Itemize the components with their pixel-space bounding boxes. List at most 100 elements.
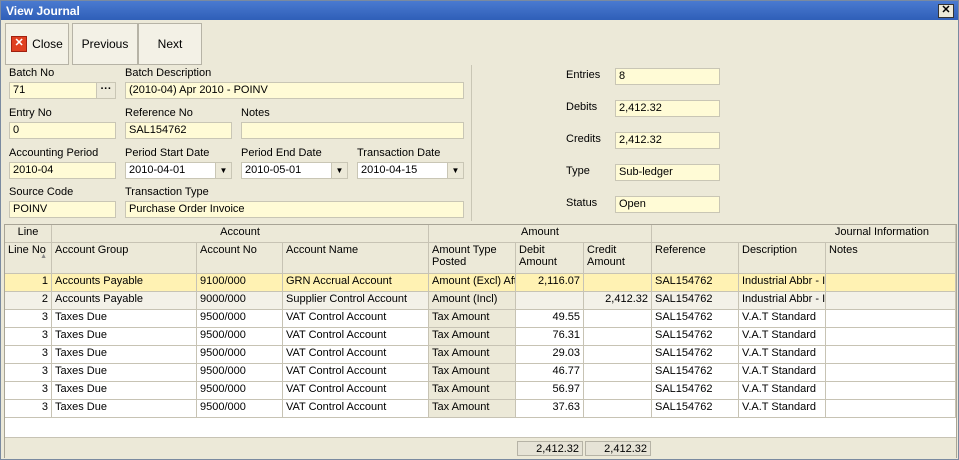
- table-row[interactable]: 3 Taxes Due 9500/000 VAT Control Account Tax…: [5, 346, 956, 364]
- cell-amount-type: Tax Amount: [429, 382, 516, 400]
- chevron-down-icon[interactable]: ▼: [331, 163, 347, 178]
- cell-reference: SAL154762: [652, 400, 739, 418]
- cell-reference: SAL154762: [652, 364, 739, 382]
- cell-account-name: VAT Control Account: [283, 364, 429, 382]
- col-debit-amount[interactable]: Debit Amount: [516, 243, 584, 274]
- credits-label: Credits: [566, 133, 601, 145]
- table-row[interactable]: 1 Accounts Payable 9100/000 GRN Accrual Acc…: [5, 274, 956, 292]
- cell-debit-amount: 29.03: [516, 346, 584, 364]
- cell-reference: SAL154762: [652, 382, 739, 400]
- group-amount: Amount: [429, 225, 652, 243]
- previous-button-label: Previous: [81, 37, 129, 51]
- accounting-period-label: Accounting Period: [9, 147, 99, 159]
- cell-account-group: Taxes Due: [52, 346, 197, 364]
- cell-credit-amount: [584, 364, 652, 382]
- cell-amount-type: Tax Amount: [429, 310, 516, 328]
- window-close-icon[interactable]: ✕: [938, 4, 954, 18]
- reference-no-field[interactable]: SAL154762: [125, 122, 232, 139]
- cell-account-name: VAT Control Account: [283, 328, 429, 346]
- cell-account-no: 9500/000: [197, 310, 283, 328]
- cell-account-group: Accounts Payable: [52, 274, 197, 292]
- cell-description: V.A.T Standard: [739, 364, 826, 382]
- col-amount-type[interactable]: Amount Type Posted: [429, 243, 516, 274]
- reference-no-label: Reference No: [125, 107, 193, 119]
- transaction-type-label: Transaction Type: [125, 186, 209, 198]
- cell-notes: [826, 292, 956, 310]
- cell-account-name: VAT Control Account: [283, 310, 429, 328]
- cell-line-no: 2: [5, 292, 52, 310]
- cell-account-name: VAT Control Account: [283, 346, 429, 364]
- col-account-no[interactable]: Account No: [197, 243, 283, 274]
- batch-no-field[interactable]: 71 ···: [9, 82, 116, 99]
- cell-description: V.A.T Standard: [739, 328, 826, 346]
- previous-button[interactable]: Previous: [72, 23, 138, 65]
- notes-field[interactable]: [241, 122, 464, 139]
- transaction-date-field[interactable]: 2010-04-15 ▼: [357, 162, 464, 179]
- period-end-date-field[interactable]: 2010-05-01 ▼: [241, 162, 348, 179]
- type-field[interactable]: Sub-ledger: [615, 164, 720, 181]
- col-account-name[interactable]: Account Name: [283, 243, 429, 274]
- type-label: Type: [566, 165, 590, 177]
- transaction-type-field[interactable]: Purchase Order Invoice: [125, 201, 464, 218]
- cell-reference: SAL154762: [652, 310, 739, 328]
- entries-label: Entries: [566, 69, 601, 81]
- col-description[interactable]: Description: [739, 243, 826, 274]
- table-row[interactable]: 3 Taxes Due 9500/000 VAT Control Account Tax…: [5, 364, 956, 382]
- cell-amount-type: Amount (Excl) Aft: [429, 274, 516, 292]
- chevron-down-icon[interactable]: ▼: [215, 163, 231, 178]
- col-account-group[interactable]: Account Group: [52, 243, 197, 274]
- cell-notes: [826, 346, 956, 364]
- credits-field[interactable]: 2,412.32: [615, 132, 720, 149]
- col-credit-amount[interactable]: Credit Amount: [584, 243, 652, 274]
- cell-account-name: GRN Accrual Account: [283, 274, 429, 292]
- ellipsis-icon[interactable]: ···: [96, 83, 115, 98]
- status-label: Status: [566, 197, 598, 209]
- next-button[interactable]: Next: [138, 23, 202, 65]
- cell-notes: [826, 274, 956, 292]
- cell-account-no: 9500/000: [197, 328, 283, 346]
- view-journal-window: View Journal ✕ ✕ Close Previous Next Bat…: [0, 0, 959, 460]
- entry-no-label: Entry No: [9, 107, 52, 119]
- status-field[interactable]: Open: [615, 196, 720, 213]
- cell-reference: SAL154762: [652, 328, 739, 346]
- cell-reference: SAL154762: [652, 292, 739, 310]
- cell-credit-amount: [584, 400, 652, 418]
- cell-reference: SAL154762: [652, 274, 739, 292]
- cell-description: V.A.T Standard: [739, 310, 826, 328]
- debits-field[interactable]: 2,412.32: [615, 100, 720, 117]
- cell-credit-amount: [584, 274, 652, 292]
- table-row[interactable]: 3 Taxes Due 9500/000 VAT Control Account Tax…: [5, 382, 956, 400]
- entries-field[interactable]: 8: [615, 68, 720, 85]
- col-reference[interactable]: Reference: [652, 243, 739, 274]
- col-notes[interactable]: Notes: [826, 243, 956, 274]
- cell-debit-amount: [516, 292, 584, 310]
- entry-no-field[interactable]: 0: [9, 122, 116, 139]
- cell-account-name: VAT Control Account: [283, 382, 429, 400]
- cell-account-group: Taxes Due: [52, 364, 197, 382]
- source-code-field[interactable]: POINV: [9, 201, 116, 218]
- journal-grid: Line Account Amount Journal Information …: [4, 224, 957, 458]
- cell-line-no: 3: [5, 382, 52, 400]
- cell-line-no: 3: [5, 310, 52, 328]
- table-row[interactable]: 2 Accounts Payable 9000/000 Supplier Contro…: [5, 292, 956, 310]
- cell-notes: [826, 328, 956, 346]
- accounting-period-field[interactable]: 2010-04: [9, 162, 116, 179]
- cell-reference: SAL154762: [652, 346, 739, 364]
- next-button-label: Next: [157, 37, 183, 51]
- cell-description: V.A.T Standard: [739, 382, 826, 400]
- cell-debit-amount: 56.97: [516, 382, 584, 400]
- close-button[interactable]: ✕ Close: [5, 23, 69, 65]
- period-end-date-value: 2010-05-01: [245, 164, 302, 176]
- cell-credit-amount: [584, 328, 652, 346]
- table-row[interactable]: 3 Taxes Due 9500/000 VAT Control Account Tax…: [5, 400, 956, 418]
- batch-description-field[interactable]: (2010-04) Apr 2010 - POINV: [125, 82, 464, 99]
- cell-account-no: 9500/000: [197, 364, 283, 382]
- table-row[interactable]: 3 Taxes Due 9500/000 VAT Control Account Tax…: [5, 310, 956, 328]
- chevron-down-icon[interactable]: ▼: [447, 163, 463, 178]
- period-start-date-field[interactable]: 2010-04-01 ▼: [125, 162, 232, 179]
- close-icon: ✕: [11, 36, 28, 52]
- table-row[interactable]: 3 Taxes Due 9500/000 VAT Control Account Tax…: [5, 328, 956, 346]
- col-line-no[interactable]: Line No ▲: [5, 243, 52, 274]
- debits-label: Debits: [566, 101, 598, 113]
- cell-debit-amount: 37.63: [516, 400, 584, 418]
